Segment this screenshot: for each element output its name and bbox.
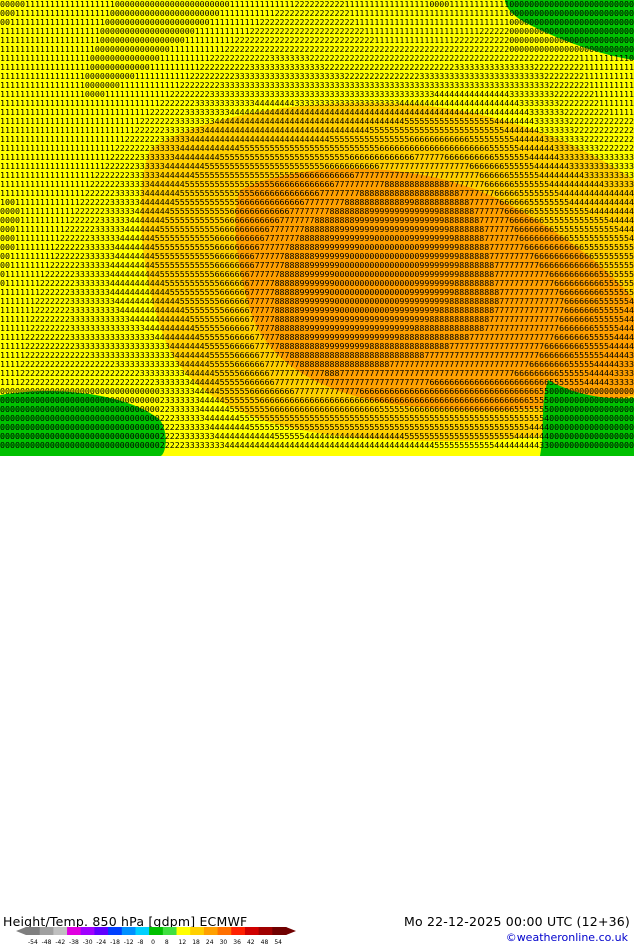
contour-digit-row: 1111111111111111111111111112222223333333… (0, 126, 634, 135)
scale-swatch (149, 927, 164, 935)
contour-digit-row: 1111111111111111111111122222223333334444… (0, 144, 634, 153)
scale-tick-label: 0 (151, 939, 155, 946)
contour-digit-row: 1111122222222223333333333333333333444444… (0, 342, 634, 351)
contour-digit-row: 1111222222222222222222222222333333333444… (0, 369, 634, 378)
contour-digit-row: 1111111111111111111111111111111122222223… (0, 99, 634, 108)
scale-swatch (39, 927, 54, 935)
contour-digit-row: 1111111222222233333333334444444444444555… (0, 306, 634, 315)
contour-digit-row: 1111111111111111122222233333344444445555… (0, 189, 634, 198)
contour-digit-row: 1111111111111111110000000000000011111111… (0, 54, 634, 63)
credit-link[interactable]: ©weatheronline.co.uk (506, 931, 628, 944)
contour-digit-row: 1111112222222233333333333344444444444455… (0, 315, 634, 324)
contour-digit-row: 0001111111111111111111000000000000000000… (0, 9, 634, 18)
scale-swatch (272, 927, 287, 935)
contour-digit-row: 1111111111111111111111111222222233333344… (0, 135, 634, 144)
contour-digit-row: 0001111111111222222333333444444455555555… (0, 225, 634, 234)
contour-digit-row: 0011111111111111111110000000000000000000… (0, 18, 634, 27)
contour-digit-row: 0000000000000000000000000000000023333333… (0, 396, 634, 405)
scale-tick-label: -18 (110, 939, 120, 946)
scale-tick-label: 54 (274, 939, 282, 946)
contour-digit-row: 1111111111111111112222223333334444444555… (0, 180, 634, 189)
contour-digit-row: 1111112222222233333333333333344444444445… (0, 324, 634, 333)
contour-digit-row: 0001111111122222233333344444444555555555… (0, 243, 634, 252)
scale-swatch (217, 927, 232, 935)
scale-tick-label: -12 (124, 939, 134, 946)
scale-tick-label: -38 (69, 939, 79, 946)
scale-swatch (53, 927, 68, 935)
contour-digit-row: 1111111111111111111112222223333334444444… (0, 162, 634, 171)
contour-digit-row: 0011111111122222233333344444444555555555… (0, 252, 634, 261)
contour-digit-row: 1111111111111111111000000000000000111111… (0, 45, 634, 54)
contour-digit-row: 1111111122222233333333444444444444555555… (0, 288, 634, 297)
contour-digit-row: 1001111111111111222222333333444444455555… (0, 198, 634, 207)
contour-digit-row: 0000000000000000000000000000000022233333… (0, 414, 634, 423)
contour-digit-row: 1111122222222233333333333333333444444444… (0, 333, 634, 342)
scale-swatch (108, 927, 123, 935)
scale-arrow-right (286, 927, 296, 935)
scale-tick-label: -24 (96, 939, 106, 946)
scale-tick-label: 24 (206, 939, 214, 946)
scale-tick-label: 42 (247, 939, 255, 946)
contour-digit-row: 0000000000000000000000000000000022222333… (0, 441, 634, 450)
valid-time: Mo 22-12-2025 00:00 UTC (12+36) (403, 914, 630, 929)
scale-swatch (244, 927, 260, 935)
scale-tick-label: -48 (42, 939, 52, 946)
scale-tick-label: 36 (233, 939, 241, 946)
scale-swatch (176, 927, 191, 935)
contour-digit-row: 0000000000000000000000000000000022223333… (0, 423, 634, 432)
scale-swatch (258, 927, 273, 935)
scale-tick-label: 12 (179, 939, 187, 946)
scale-tick-label: 18 (192, 939, 200, 946)
scale-tick-label: -54 (28, 939, 38, 946)
contour-digit-row: 1111111111111111111111111111222222233333… (0, 117, 634, 126)
scale-swatch (190, 927, 205, 935)
contour-digit-row: 1111111111111111100000001111111111112222… (0, 81, 634, 90)
contour-digit-row: 1111222222222222222222233333333333334444… (0, 360, 634, 369)
scale-swatch (162, 927, 178, 935)
contour-digit-row: 0111111122222223333333444444444445555555… (0, 279, 634, 288)
color-scale: -54 -48 -42 -38 -30 -24 -18 -12 -8 0 8 12 18 24 30 36 42… (16, 927, 296, 946)
scale-swatch (26, 927, 41, 935)
scale-tick-label: 48 (261, 939, 269, 946)
contour-digit-row: 0000011111111111111111100000000000000000… (0, 0, 634, 9)
weather-map: 0000011111111111111111100000000000000000… (0, 0, 634, 456)
contour-digit-row: 0001111111112222223333334444444555555555… (0, 234, 634, 243)
contour-digit-row: 0000000000000000000000000000000022333333… (0, 405, 634, 414)
scale-arrow-left (16, 927, 26, 935)
contour-digit-row: 1111111111111111111100000000000000000001… (0, 27, 634, 36)
contour-digit-row: 1111111111111111111111222222333333344444… (0, 153, 634, 162)
contour-digit-row: 1111111111111111100001111111111111222222… (0, 90, 634, 99)
scale-tick-label: 8 (165, 939, 169, 946)
contour-digit-row: 1111222222222222222222222222222333333344… (0, 378, 634, 387)
contour-digit-row: 1111111222222233333333344444444444445555… (0, 297, 634, 306)
contour-digit-row: 1111111111111111111111111111112222222333… (0, 108, 634, 117)
scale-swatch (135, 927, 150, 935)
scale-swatch (121, 927, 136, 935)
scale-swatch (67, 927, 82, 935)
scale-tick-label: -8 (137, 939, 143, 946)
scale-swatch (80, 927, 95, 935)
scale-swatch (203, 927, 219, 935)
contour-digit-row: 0000111111111122222233333344444445555555… (0, 216, 634, 225)
contour-digit-row: 0000111111111112222223333334444444555555… (0, 207, 634, 216)
contour-digits: 0000011111111111111111100000000000000000… (0, 0, 634, 450)
contour-digit-row: 1111111111111111111100000000000000000111… (0, 36, 634, 45)
contour-digit-row: 1111111111111111110000000000001111111111… (0, 63, 634, 72)
contour-digit-row: 1111111111111111111222222233333344444445… (0, 171, 634, 180)
scale-tick-label: -30 (83, 939, 93, 946)
contour-digit-row: 0011111111222222333333444444444555555555… (0, 261, 634, 270)
contour-digit-row: 1111122222222222223333333333333333344444… (0, 351, 634, 360)
scale-swatch (231, 927, 246, 935)
scale-tick-label: 30 (220, 939, 228, 946)
scale-tick-label: -42 (55, 939, 65, 946)
contour-digit-row: 1111111111111111100000000001111111111122… (0, 72, 634, 81)
footer-bar: Height/Temp. 850 hPa [gdpm] ECMWF Mo 22-… (0, 456, 634, 946)
scale-swatch (94, 927, 109, 935)
contour-digit-row: 0000000000000000000000000000000022223333… (0, 432, 634, 441)
contour-digit-row: 0000000000000000000000000000000033333334… (0, 387, 634, 396)
contour-digit-row: 0111111112222223333333444444444455555555… (0, 270, 634, 279)
